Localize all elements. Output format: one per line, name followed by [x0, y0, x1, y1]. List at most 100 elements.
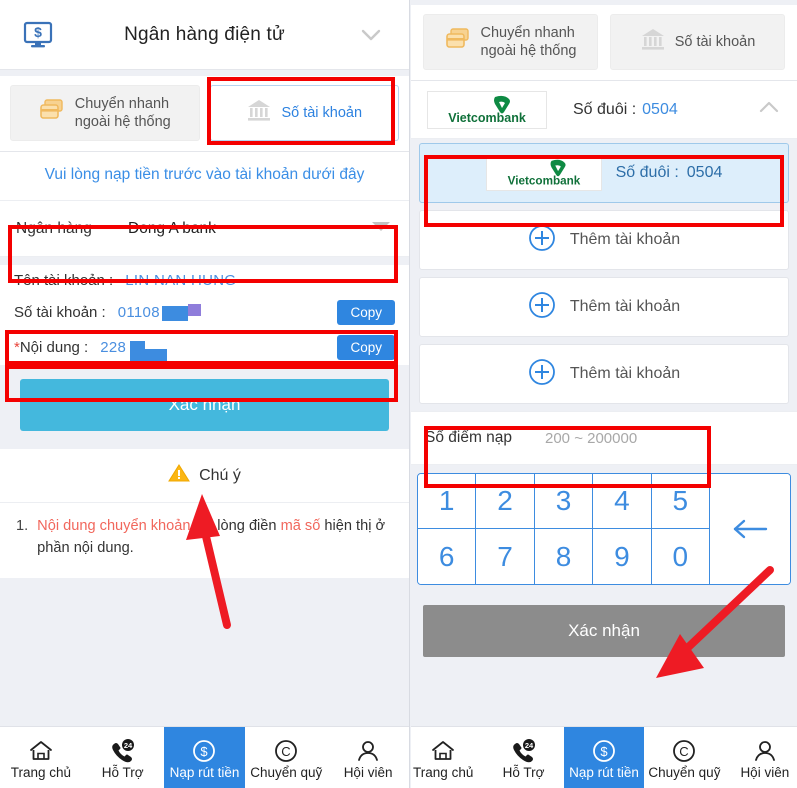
add-account-label: Thêm tài khoản	[569, 231, 681, 248]
nav-label: Chuyển quỹ	[250, 765, 323, 780]
account-number-row: Số tài khoản : 01108 Copy	[0, 295, 409, 329]
account-card-selected[interactable]: Vietcombank Số đuôi :0504	[419, 143, 789, 203]
cards-icon	[445, 27, 472, 56]
deposit-notice: Vui lòng nạp tiền trước vào tài khoản dư…	[0, 152, 409, 201]
plus-circle-icon	[528, 291, 556, 324]
c-circle-icon: C	[671, 735, 697, 763]
copy-account-number-button[interactable]: Copy	[337, 299, 395, 325]
key-7[interactable]: 7	[476, 529, 535, 584]
nav-item-ho-tro[interactable]: 24 Hỗ Trợ	[82, 727, 164, 788]
svg-text:24: 24	[524, 741, 533, 750]
caret-down-icon[interactable]	[369, 218, 393, 239]
right-confirm-wrap: Xác nhận	[411, 593, 797, 673]
nav-item-trang-chu[interactable]: Trang chủ	[0, 727, 82, 788]
account-number-label: Số tài khoản :	[14, 303, 106, 321]
nav-item-ho-tro[interactable]: 24 Hỗ Trợ	[483, 727, 563, 788]
key-2[interactable]: 2	[476, 474, 535, 529]
account-card-tail: Số đuôi :0504	[615, 164, 723, 181]
numeric-keypad: 1 2 3 4 5 6 7 8 9 0	[417, 473, 791, 585]
right-tabrow: Chuyển nhanh ngoài hệ thống Số tài khoản	[411, 5, 797, 81]
nav-item-chuyen-quy[interactable]: C Chuyển quỹ	[245, 727, 327, 788]
svg-text:Vietcombank: Vietcombank	[507, 174, 580, 187]
nav-item-hoi-vien[interactable]: Hội viên	[725, 727, 797, 788]
content-code-label: *Nội dung :	[14, 338, 89, 356]
nav-label: Chuyển quỹ	[648, 765, 721, 780]
amount-input-row[interactable]: Số điểm nạp 200 ~ 200000	[411, 411, 797, 465]
home-icon	[28, 735, 54, 763]
account-number-value: 01108	[118, 303, 201, 321]
bottom-nav-left: Trang chủ 24 Hỗ Trợ $ Nạp rút tiền C Chu…	[0, 726, 409, 788]
nav-label: Hỗ Trợ	[101, 765, 144, 780]
nav-item-chuyen-quy[interactable]: C Chuyển quỹ	[644, 727, 724, 788]
key-3[interactable]: 3	[534, 474, 594, 529]
note-text: Nội dung chuyển khoản vui lòng điền mã s…	[37, 518, 386, 556]
dollar-circle-icon: $	[591, 735, 617, 763]
bank-select-value: Dong A bank	[128, 219, 216, 237]
c-circle-icon: C	[273, 735, 299, 763]
left-tabrow-wrap: Chuyển nhanh ngoài hệ thống Số tài khoản	[0, 70, 409, 152]
cards-icon	[39, 98, 66, 127]
nav-item-trang-chu[interactable]: Trang chủ	[411, 727, 483, 788]
nav-label: Trang chủ	[10, 765, 72, 780]
bank-tail-number: Số đuôi :0504	[573, 100, 678, 118]
backspace-arrow-icon[interactable]	[710, 474, 790, 584]
amount-input[interactable]: 200 ~ 200000	[545, 430, 637, 447]
nav-item-nap-rut-tien[interactable]: $ Nạp rút tiền	[163, 727, 246, 788]
content-code-value: 228	[100, 339, 168, 364]
note-item: 1. Nội dung chuyển khoản vui lòng điền m…	[16, 516, 393, 560]
left-tabrow: Chuyển nhanh ngoài hệ thống Số tài khoản	[0, 76, 409, 152]
tab-so-tai-khoan-right[interactable]: Số tài khoản	[610, 14, 785, 70]
nav-item-nap-rut-tien[interactable]: $ Nạp rút tiền	[563, 727, 645, 788]
bank-icon	[640, 27, 666, 56]
nav-label: Hội viên	[343, 765, 393, 780]
tab-chuyen-nhanh-right[interactable]: Chuyển nhanh ngoài hệ thống	[423, 14, 598, 70]
key-9[interactable]: 9	[593, 529, 652, 584]
vietcombank-logo: Vietcombank	[485, 155, 602, 191]
add-account-card-2[interactable]: Thêm tài khoản	[419, 277, 789, 337]
keypad-digits: 1 2 3 4 5 6 7 8 9 0	[418, 474, 710, 584]
keypad-wrap: 1 2 3 4 5 6 7 8 9 0	[411, 465, 797, 593]
key-6[interactable]: 6	[418, 529, 477, 584]
account-name-label: Tên tài khoản :	[14, 271, 114, 289]
confirm-button-right[interactable]: Xác nhận	[423, 605, 785, 657]
tab-chuyen-nhanh-left[interactable]: Chuyển nhanh ngoài hệ thống	[10, 85, 200, 141]
redaction-block	[187, 303, 201, 316]
left-panel: $ Ngân hàng điện tử Chuyển nhanh ngoài h…	[0, 0, 410, 788]
screenshot-root: $ Ngân hàng điện tử Chuyển nhanh ngoài h…	[0, 0, 797, 788]
app-header: $ Ngân hàng điện tử	[0, 0, 409, 70]
dollar-circle-icon: $	[191, 735, 217, 763]
content-code-row: *Nội dung : 228 Copy	[0, 329, 409, 365]
svg-text:$: $	[34, 24, 42, 40]
tab-label: Chuyển nhanh ngoài hệ thống	[480, 24, 577, 59]
bank-select-row[interactable]: Ngân hàng Dong A bank	[0, 201, 409, 257]
divider-strip	[0, 257, 409, 265]
confirm-button-left[interactable]: Xác nhận	[20, 379, 389, 431]
selected-bank-header[interactable]: Vietcombank Số đuôi :0504	[411, 81, 797, 139]
svg-text:$: $	[201, 744, 209, 759]
right-tabrow-wrap: Chuyển nhanh ngoài hệ thống Số tài khoản	[411, 0, 797, 81]
chevron-down-icon[interactable]	[349, 28, 393, 42]
nav-item-hoi-vien[interactable]: Hội viên	[327, 727, 409, 788]
tab-so-tai-khoan-left[interactable]: Số tài khoản	[209, 85, 399, 141]
key-4[interactable]: 4	[593, 474, 652, 529]
right-panel: Chuyển nhanh ngoài hệ thống Số tài khoản…	[411, 0, 797, 788]
chevron-up-icon[interactable]	[757, 100, 781, 119]
tab-label: Số tài khoản	[674, 33, 756, 50]
key-0[interactable]: 0	[651, 529, 710, 584]
bottom-nav-right: Trang chủ 24 Hỗ Trợ $ Nạp rút tiền C Chu…	[411, 726, 797, 788]
user-icon	[752, 735, 778, 763]
add-account-card-3[interactable]: Thêm tài khoản	[419, 344, 789, 404]
key-1[interactable]: 1	[418, 474, 477, 529]
nav-label: Hội viên	[740, 765, 790, 780]
note-number: 1.	[16, 518, 29, 534]
account-name-value: LIN NAN HUNG	[125, 271, 237, 289]
key-8[interactable]: 8	[534, 529, 594, 584]
warning-icon	[168, 463, 190, 488]
note-block: 1. Nội dung chuyển khoản vui lòng điền m…	[0, 503, 409, 578]
phone-24-icon: 24	[109, 735, 137, 763]
add-account-card-1[interactable]: Thêm tài khoản	[419, 210, 789, 270]
copy-content-code-button[interactable]: Copy	[337, 334, 395, 360]
user-icon	[355, 735, 381, 763]
nav-label: Nạp rút tiền	[569, 765, 639, 780]
key-5[interactable]: 5	[651, 474, 710, 529]
